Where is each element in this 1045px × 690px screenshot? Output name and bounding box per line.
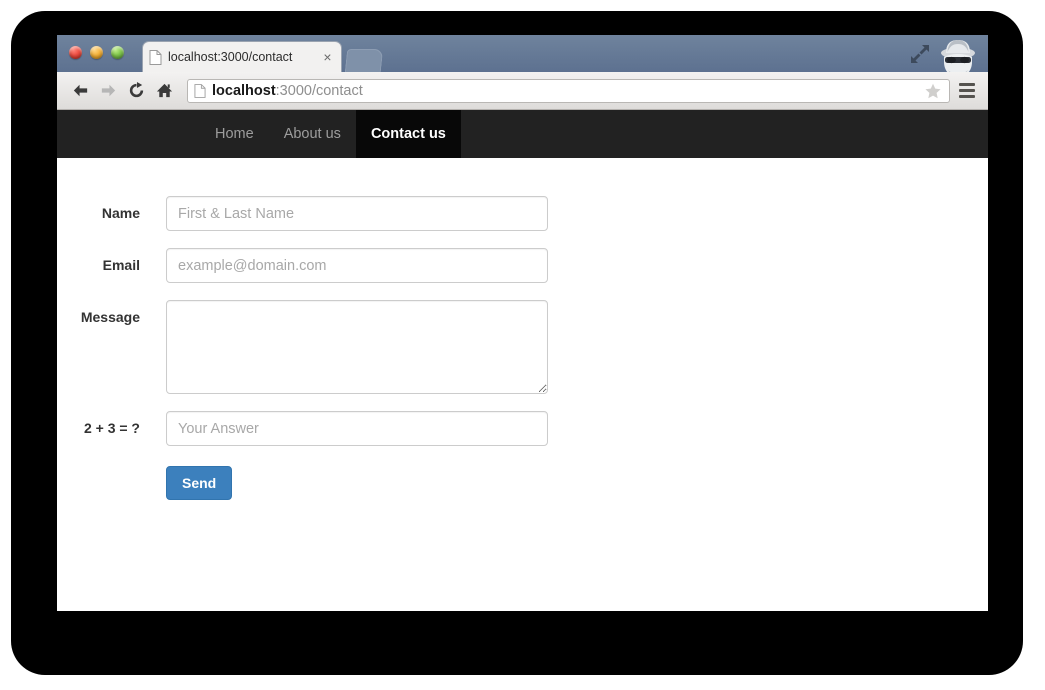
site-navbar: Home About us Contact us (57, 110, 988, 158)
captcha-label: 2 + 3 = ? (83, 420, 140, 436)
browser-toolbar: localhost:3000/contact (57, 72, 988, 110)
browser-window: localhost:3000/contact × localhost:3000/… (57, 35, 988, 611)
form-row-email: Email (57, 248, 988, 283)
page-icon (194, 83, 206, 98)
incognito-icon (941, 40, 975, 77)
nav-item-contact-us[interactable]: Contact us (355, 110, 461, 158)
menu-line (959, 83, 975, 86)
message-label: Message (80, 309, 140, 325)
menu-line (959, 95, 975, 98)
message-textarea[interactable] (166, 300, 548, 394)
email-input[interactable] (166, 248, 548, 283)
close-window-button[interactable] (69, 46, 82, 59)
name-label: Name (101, 205, 140, 221)
minimize-window-button[interactable] (90, 46, 103, 59)
form-row-name: Name (57, 196, 988, 231)
nav-item-about-us[interactable]: About us (269, 110, 356, 158)
back-arrow-icon (73, 84, 87, 97)
browser-tab[interactable]: localhost:3000/contact × (142, 41, 342, 72)
captcha-field-wrap (166, 411, 548, 446)
url-host: localhost (212, 82, 276, 99)
nav-item-home[interactable]: Home (200, 110, 269, 158)
form-row-captcha: 2 + 3 = ? (57, 411, 988, 446)
email-label: Email (102, 257, 140, 273)
captcha-input[interactable] (166, 411, 548, 446)
page-content: Home About us Contact us Name Email Mess… (57, 110, 988, 611)
reload-button[interactable] (123, 78, 149, 104)
url-path: :3000/contact (275, 82, 363, 99)
page-icon (149, 49, 162, 65)
home-button[interactable] (151, 78, 177, 104)
menu-line (959, 89, 975, 92)
new-tab-button[interactable] (344, 49, 384, 72)
name-input[interactable] (166, 196, 548, 231)
reload-icon (129, 81, 143, 98)
tab-title: localhost:3000/contact (168, 50, 293, 64)
form-row-message: Message (57, 300, 988, 394)
browser-menu-button[interactable] (956, 80, 978, 102)
message-field-wrap (166, 300, 548, 394)
back-button[interactable] (67, 78, 93, 104)
maximize-window-button[interactable] (111, 46, 124, 59)
send-button[interactable]: Send (166, 466, 233, 500)
address-bar[interactable]: localhost:3000/contact (187, 78, 950, 103)
url-text: localhost:3000/contact (212, 83, 924, 99)
home-icon (156, 83, 172, 98)
email-field-wrap (166, 248, 548, 283)
browser-titlebar: localhost:3000/contact × (57, 35, 988, 77)
window-controls (69, 46, 124, 59)
forward-arrow-icon (101, 84, 115, 97)
name-field-wrap (166, 196, 548, 231)
contact-form: Name Email Message 2 + 3 = ? (57, 158, 988, 500)
close-tab-icon[interactable]: × (320, 50, 335, 65)
fullscreen-expand-icon[interactable] (910, 44, 930, 64)
forward-button[interactable] (95, 78, 121, 104)
bookmark-star-icon[interactable] (924, 82, 942, 100)
